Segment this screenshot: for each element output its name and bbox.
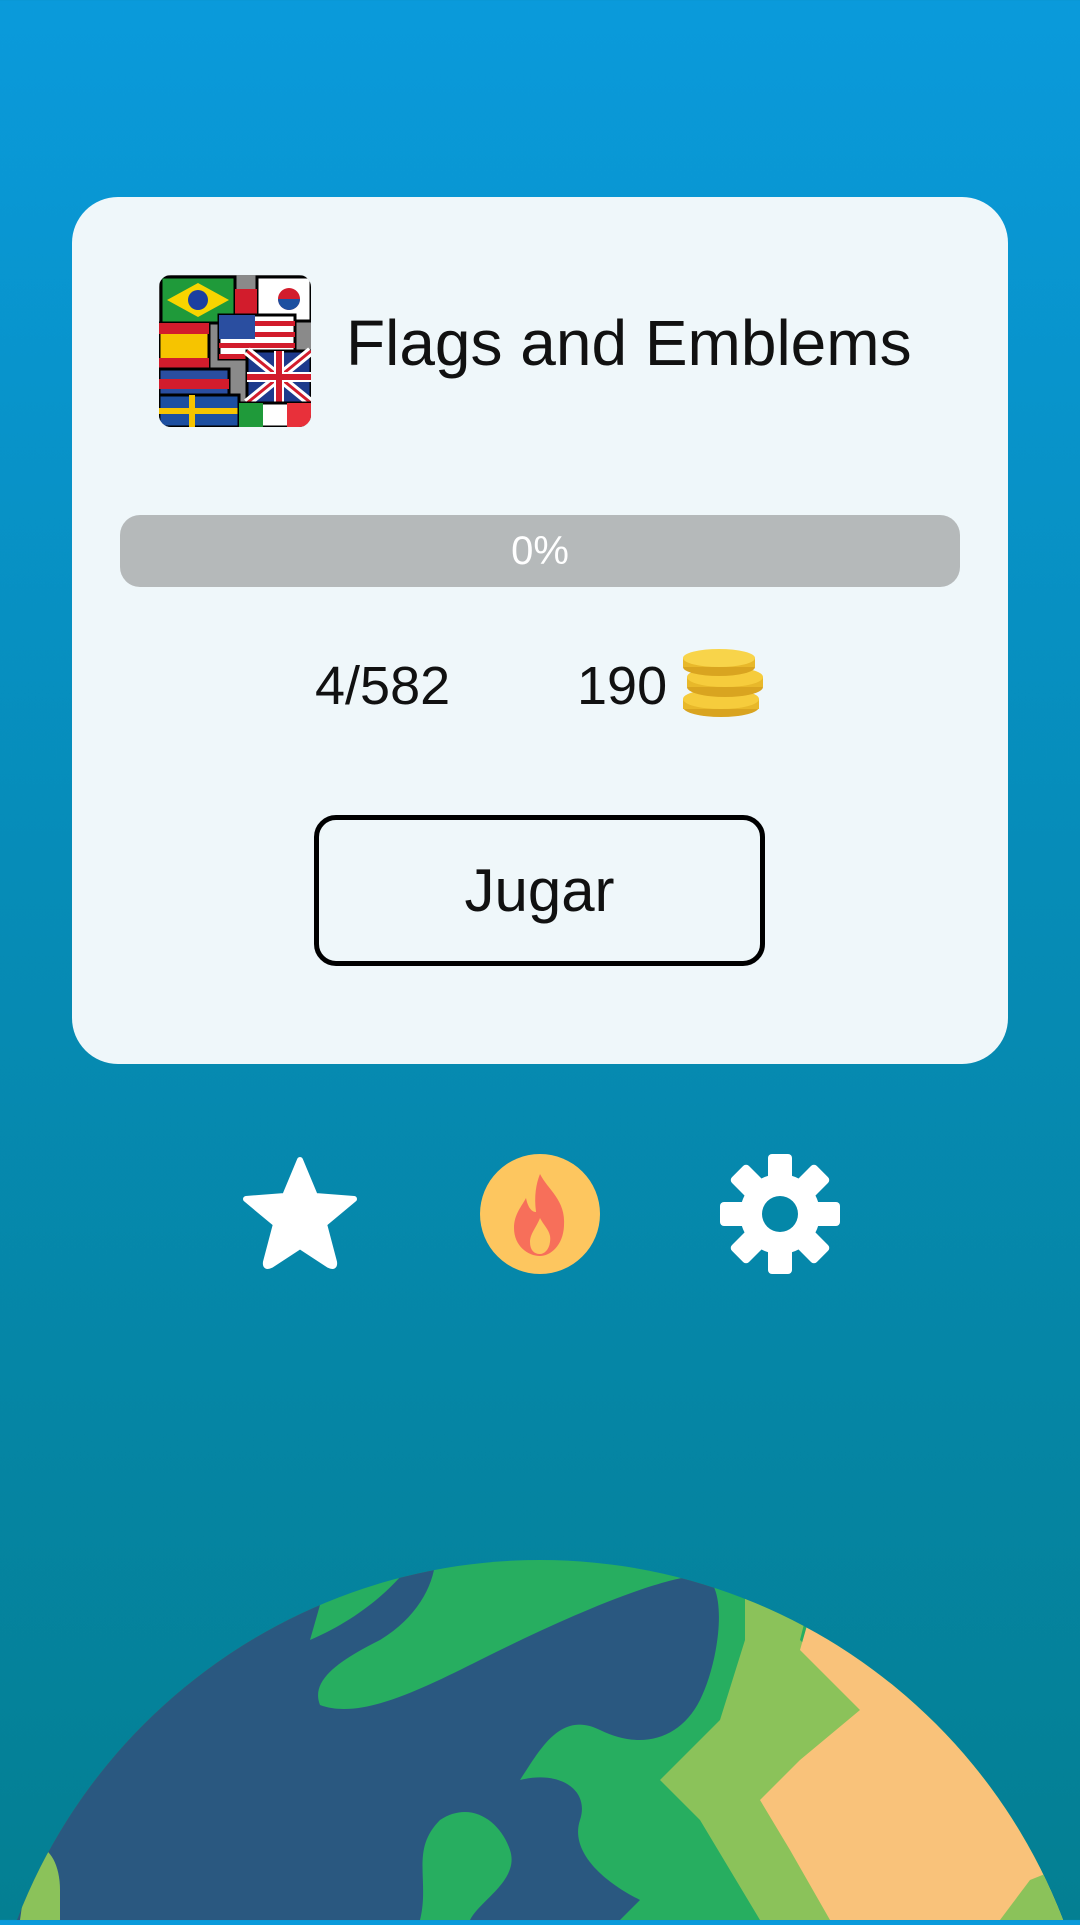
main-card: Flags and Emblems 0% 4/582 190 Jugar <box>72 197 1008 1064</box>
coins-icon <box>681 647 767 721</box>
play-button[interactable]: Jugar <box>314 815 765 966</box>
flags-logo-icon <box>159 275 311 427</box>
earth-illustration <box>0 1520 1080 1920</box>
progress-label: 0% <box>511 529 569 573</box>
star-icon[interactable] <box>238 1152 362 1276</box>
progress-bar: 0% <box>120 515 960 587</box>
fire-icon[interactable] <box>478 1152 602 1276</box>
flags-count: 4/582 <box>315 656 451 716</box>
gear-icon[interactable] <box>718 1152 842 1276</box>
app-title: Flags and Emblems <box>346 307 912 379</box>
coins-count: 190 <box>577 656 668 716</box>
